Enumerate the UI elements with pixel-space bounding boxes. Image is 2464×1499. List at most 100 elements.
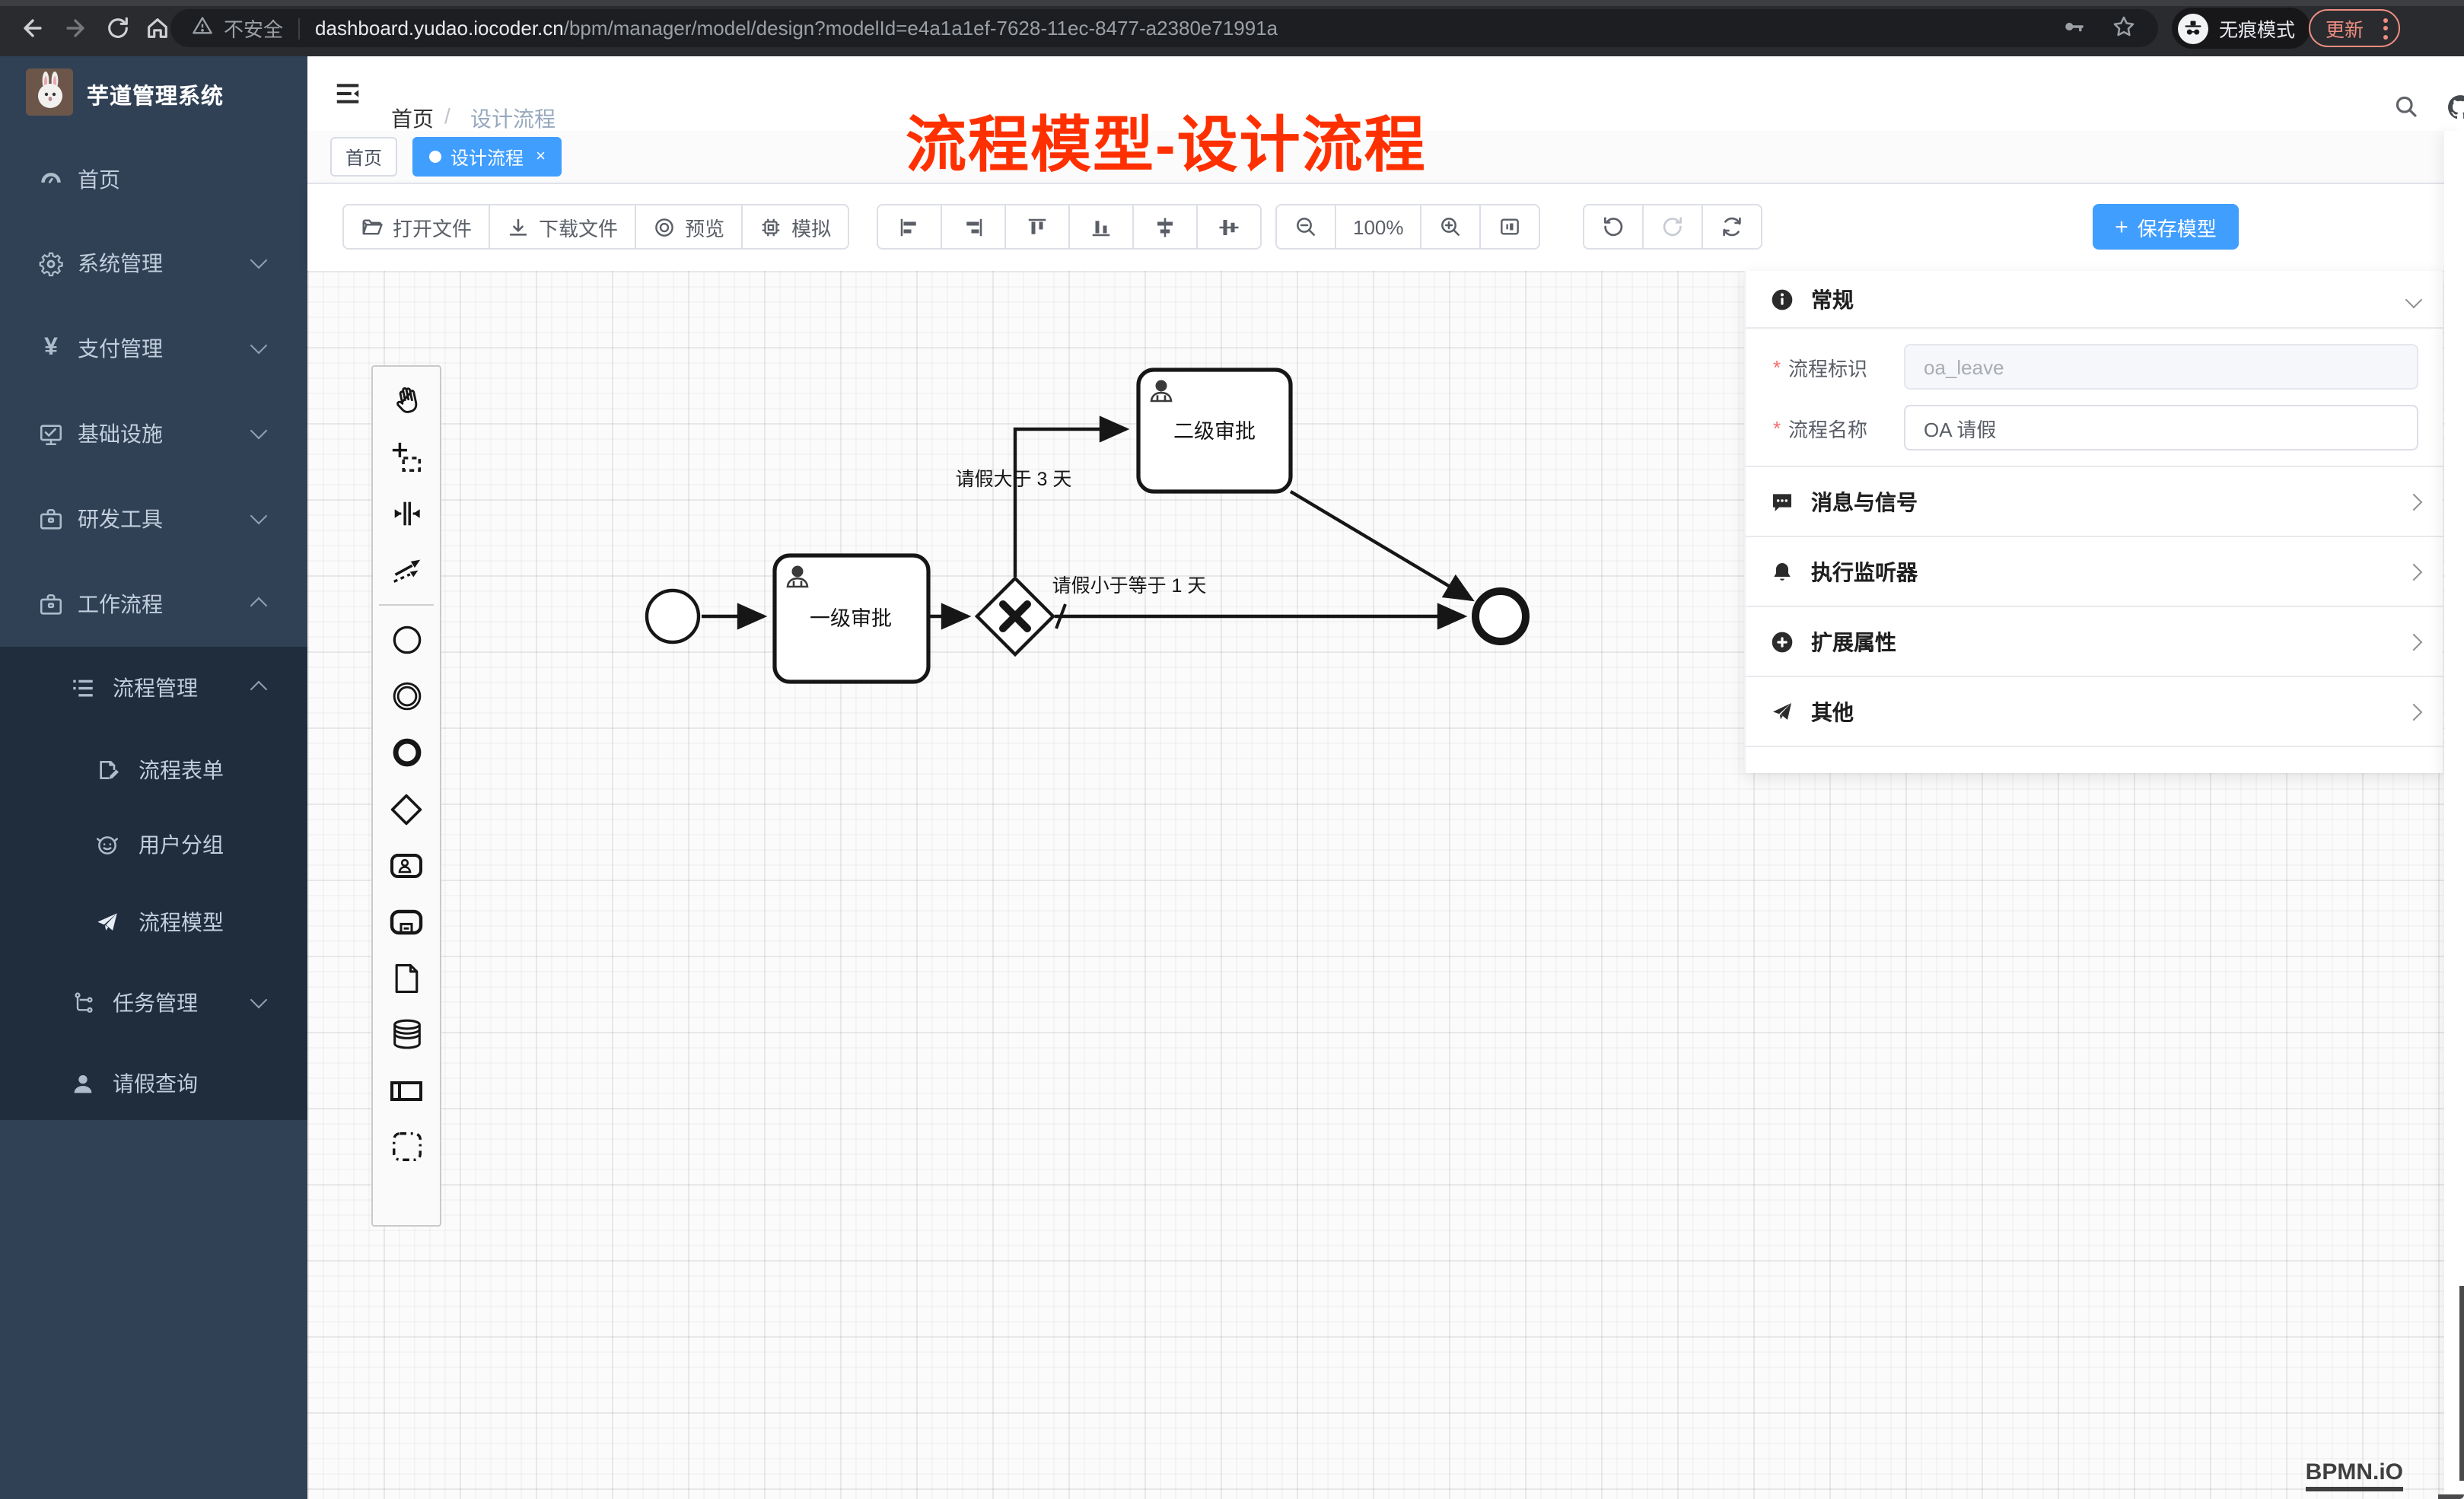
paper-plane-icon — [94, 909, 120, 935]
sidebar-item-user-group[interactable]: 用户分组 — [0, 807, 307, 883]
bookmark-star-icon[interactable] — [2111, 13, 2137, 43]
sidebar-item-system[interactable]: 系统管理 — [0, 225, 307, 301]
process-name-input[interactable] — [1904, 405, 2418, 450]
download-file-label: 下载文件 — [539, 212, 618, 241]
process-key-input[interactable] — [1904, 344, 2418, 390]
task-first-approval[interactable]: 一级审批 — [775, 555, 928, 682]
sidebar-item-home[interactable]: 首页 — [0, 142, 307, 218]
properties-panel: 常规 * 流程标识 * 流程名称 消息与信号 执行监听器 — [1744, 271, 2443, 773]
refresh-icon[interactable] — [1703, 205, 1761, 248]
zoom-level-label: 100% — [1353, 215, 1404, 238]
tab-design-process[interactable]: 设计流程 × — [412, 137, 562, 177]
sidebar-item-label: 工作流程 — [78, 589, 163, 619]
section-general[interactable]: 常规 — [1746, 271, 2444, 329]
sidebar-item-leave-query[interactable]: 请假查询 — [0, 1045, 307, 1122]
sidebar-collapse-icon[interactable] — [332, 78, 362, 108]
simulate-label: 模拟 — [791, 212, 831, 241]
message-icon — [1770, 489, 1794, 514]
align-center-icon[interactable] — [1198, 205, 1260, 248]
breadcrumb-home[interactable]: 首页 — [391, 103, 434, 134]
send-icon — [1770, 699, 1794, 724]
section-extended-properties[interactable]: 扩展属性 — [1746, 607, 2444, 677]
sidebar-item-process-management[interactable]: 流程管理 — [0, 650, 307, 726]
end-event[interactable] — [1476, 591, 1526, 641]
section-execution-listener[interactable]: 执行监听器 — [1746, 537, 2444, 607]
align-right-icon[interactable] — [942, 205, 1006, 248]
update-label[interactable]: 更新 — [2326, 14, 2364, 43]
section-label: 执行监听器 — [1811, 556, 1918, 587]
sidebar-item-process-form[interactable]: 流程表单 — [0, 732, 307, 808]
start-event[interactable] — [647, 590, 699, 642]
field-process-name: * 流程名称 — [1746, 405, 2444, 450]
sidebar-item-devtools[interactable]: 研发工具 — [0, 481, 307, 557]
align-top-icon[interactable] — [1006, 205, 1070, 248]
open-file-label: 打开文件 — [393, 212, 472, 241]
browser-home-icon[interactable] — [143, 14, 170, 41]
browser-reload-icon[interactable] — [103, 14, 131, 41]
sidebar-item-label: 基础设施 — [78, 419, 163, 449]
sidebar-item-label: 研发工具 — [78, 504, 163, 534]
app-logo — [26, 68, 73, 116]
redo-icon[interactable] — [1644, 205, 1703, 248]
zoom-reset-icon[interactable] — [1482, 205, 1539, 248]
sidebar-item-label: 流程模型 — [138, 907, 224, 937]
browser-back-icon[interactable] — [18, 14, 46, 41]
chevron-down-icon — [2405, 291, 2423, 308]
flow-gateway-to-task2[interactable] — [1015, 429, 1126, 577]
section-other[interactable]: 其他 — [1746, 677, 2444, 747]
chevron-right-icon — [2405, 563, 2423, 581]
breadcrumb-current: 设计流程 — [470, 103, 556, 134]
save-model-button[interactable]: + 保存模型 — [2093, 204, 2239, 250]
zoom-in-icon[interactable] — [1422, 205, 1482, 248]
zoom-out-icon[interactable] — [1277, 205, 1336, 248]
security-label[interactable]: 不安全 — [224, 14, 283, 43]
sidebar-item-infrastructure[interactable]: 基础设施 — [0, 396, 307, 472]
section-messages-signals[interactable]: 消息与信号 — [1746, 467, 2444, 537]
security-warning-icon — [192, 15, 213, 41]
url-host: dashboard.yudao.iocoder.cn — [315, 17, 564, 40]
align-left-icon[interactable] — [878, 205, 942, 248]
flow-task2-to-end[interactable] — [1291, 492, 1472, 600]
github-icon[interactable] — [2444, 91, 2464, 122]
browser-forward-icon[interactable] — [61, 14, 88, 41]
section-label: 常规 — [1811, 284, 1854, 314]
incognito-label: 无痕模式 — [2219, 14, 2295, 43]
incognito-badge: 无痕模式 — [2172, 8, 2310, 49]
edge-label-greater-than[interactable]: 请假大于 3 天 — [956, 469, 1072, 490]
bpmn-io-watermark[interactable]: BPMN.iO — [2306, 1459, 2403, 1491]
sidebar-item-process-model[interactable]: 流程模型 — [0, 884, 307, 960]
tab-close-icon[interactable]: × — [536, 148, 546, 165]
zoom-level[interactable]: 100% — [1336, 205, 1422, 248]
sidebar-item-payment[interactable]: ¥ 支付管理 — [0, 310, 307, 387]
edge-label-less-equal[interactable]: 请假小于等于 1 天 — [1052, 575, 1207, 597]
browser-update-button[interactable]: 更新 — [2309, 9, 2400, 47]
chevron-down-icon — [250, 422, 268, 440]
red-annotation-title: 流程模型-设计流程 — [906, 96, 1427, 184]
undo-icon[interactable] — [1584, 205, 1644, 248]
section-label: 消息与信号 — [1811, 486, 1918, 517]
chevron-up-icon — [250, 597, 268, 615]
gear-icon — [38, 250, 64, 276]
download-file-button[interactable]: 下载文件 — [490, 205, 636, 248]
address-bar[interactable]: 不安全 dashboard.yudao.iocoder.cn/bpm/manag… — [170, 9, 2158, 47]
preview-button[interactable]: 预览 — [636, 205, 743, 248]
incognito-icon — [2178, 13, 2208, 43]
sidebar-item-label: 用户分组 — [138, 829, 224, 860]
sidebar-item-label: 流程管理 — [113, 673, 198, 703]
zoom-button-group: 100% — [1275, 204, 1541, 250]
toolbox-icon — [38, 506, 64, 532]
task-second-approval[interactable]: 二级审批 — [1138, 370, 1291, 492]
password-key-icon[interactable] — [2061, 13, 2087, 43]
sidebar-item-task-management[interactable]: 任务管理 — [0, 965, 307, 1041]
open-file-button[interactable]: 打开文件 — [344, 205, 490, 248]
section-label: 其他 — [1811, 696, 1854, 727]
browser-menu-icon[interactable] — [2383, 18, 2388, 39]
align-middle-icon[interactable] — [1134, 205, 1198, 248]
simulate-button[interactable]: 模拟 — [743, 205, 848, 248]
sidebar-item-workflow[interactable]: 工作流程 — [0, 566, 307, 642]
tab-home[interactable]: 首页 — [330, 137, 397, 177]
align-bottom-icon[interactable] — [1070, 205, 1134, 248]
search-icon[interactable] — [2391, 91, 2421, 122]
exclusive-gateway[interactable] — [977, 578, 1053, 654]
url-path: /bpm/manager/model/design?modelId=e4a1a1… — [564, 17, 1278, 40]
